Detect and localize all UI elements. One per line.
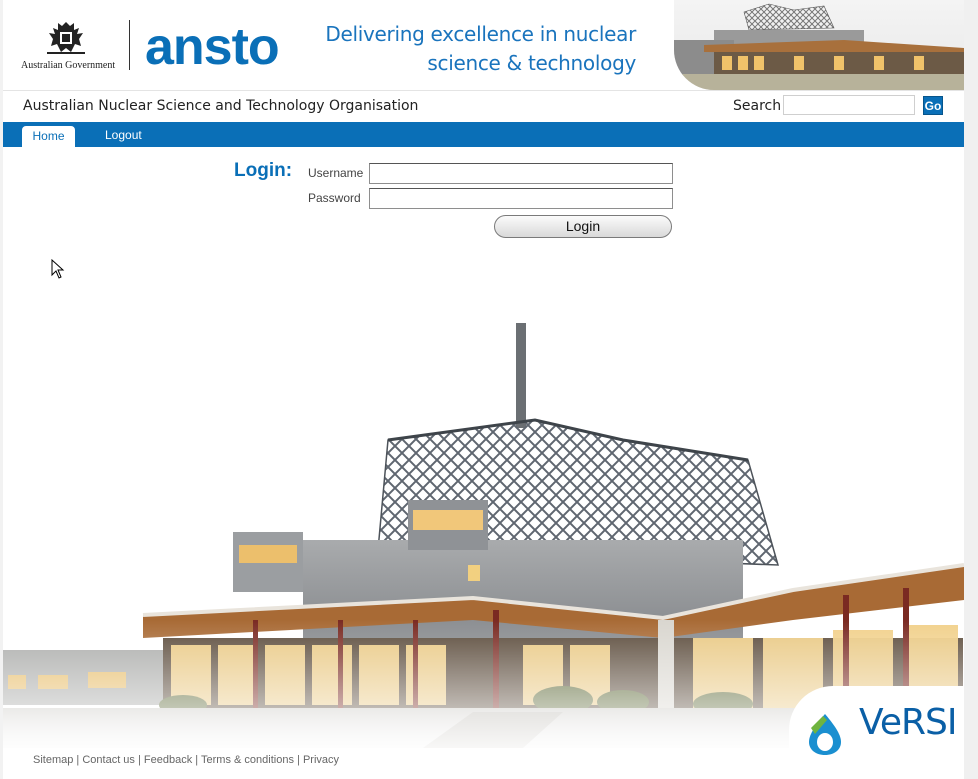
footer-link-contact-us[interactable]: Contact us: [82, 754, 135, 766]
footer-separator: |: [138, 754, 141, 766]
footer-link-privacy[interactable]: Privacy: [303, 754, 339, 766]
australian-government-logo[interactable]: Australian Government: [21, 20, 115, 72]
organisation-name: Australian Nuclear Science and Technolog…: [23, 98, 419, 114]
footer-link-sitemap[interactable]: Sitemap: [33, 754, 73, 766]
footer-separator: |: [76, 754, 80, 766]
tagline: Delivering excellence in nuclear science…: [325, 20, 636, 78]
tagline-line-1: Delivering excellence in nuclear: [325, 22, 636, 46]
australian-government-label: Australian Government: [21, 60, 116, 71]
footer-link-feedback[interactable]: Feedback: [144, 754, 192, 766]
footer-link-terms[interactable]: Terms & conditions: [201, 754, 294, 766]
login-button[interactable]: Login: [494, 215, 672, 238]
password-label: Password: [308, 191, 361, 205]
window-right-margin: [964, 0, 978, 779]
site-header: Australian Government ansto Delivering e…: [3, 0, 964, 91]
logo-divider: [129, 20, 130, 70]
mouse-cursor-icon: [51, 259, 65, 279]
versi-drop-icon: [809, 714, 841, 755]
versi-logo[interactable]: VeRSI: [789, 686, 964, 779]
opal-reactor-building-photo: [3, 320, 964, 748]
ansto-logo[interactable]: ansto: [145, 21, 280, 73]
sub-header-bar: Australian Nuclear Science and Technolog…: [3, 91, 964, 121]
password-input[interactable]: [369, 188, 673, 209]
footer-separator: |: [195, 754, 199, 766]
login-title: Login:: [234, 160, 293, 181]
header-building-photo: [674, 0, 964, 90]
main-nav: Home Logout: [3, 122, 964, 147]
username-label: Username: [308, 166, 364, 180]
username-input[interactable]: [369, 163, 673, 184]
nav-tab-home[interactable]: Home: [22, 126, 75, 147]
versi-logo-text: VeRSI: [859, 702, 957, 743]
search-label: Search: [733, 98, 782, 114]
nav-tab-logout[interactable]: Logout: [105, 128, 142, 142]
footer-links: Sitemap | Contact us | Feedback | Terms …: [33, 754, 339, 766]
footer-separator: |: [297, 754, 300, 766]
page: Australian Government ansto Delivering e…: [3, 0, 964, 779]
coat-of-arms-icon: [47, 22, 85, 54]
search-input[interactable]: [783, 95, 915, 115]
search-go-button[interactable]: Go: [923, 96, 943, 115]
tagline-line-2: science & technology: [427, 51, 636, 75]
